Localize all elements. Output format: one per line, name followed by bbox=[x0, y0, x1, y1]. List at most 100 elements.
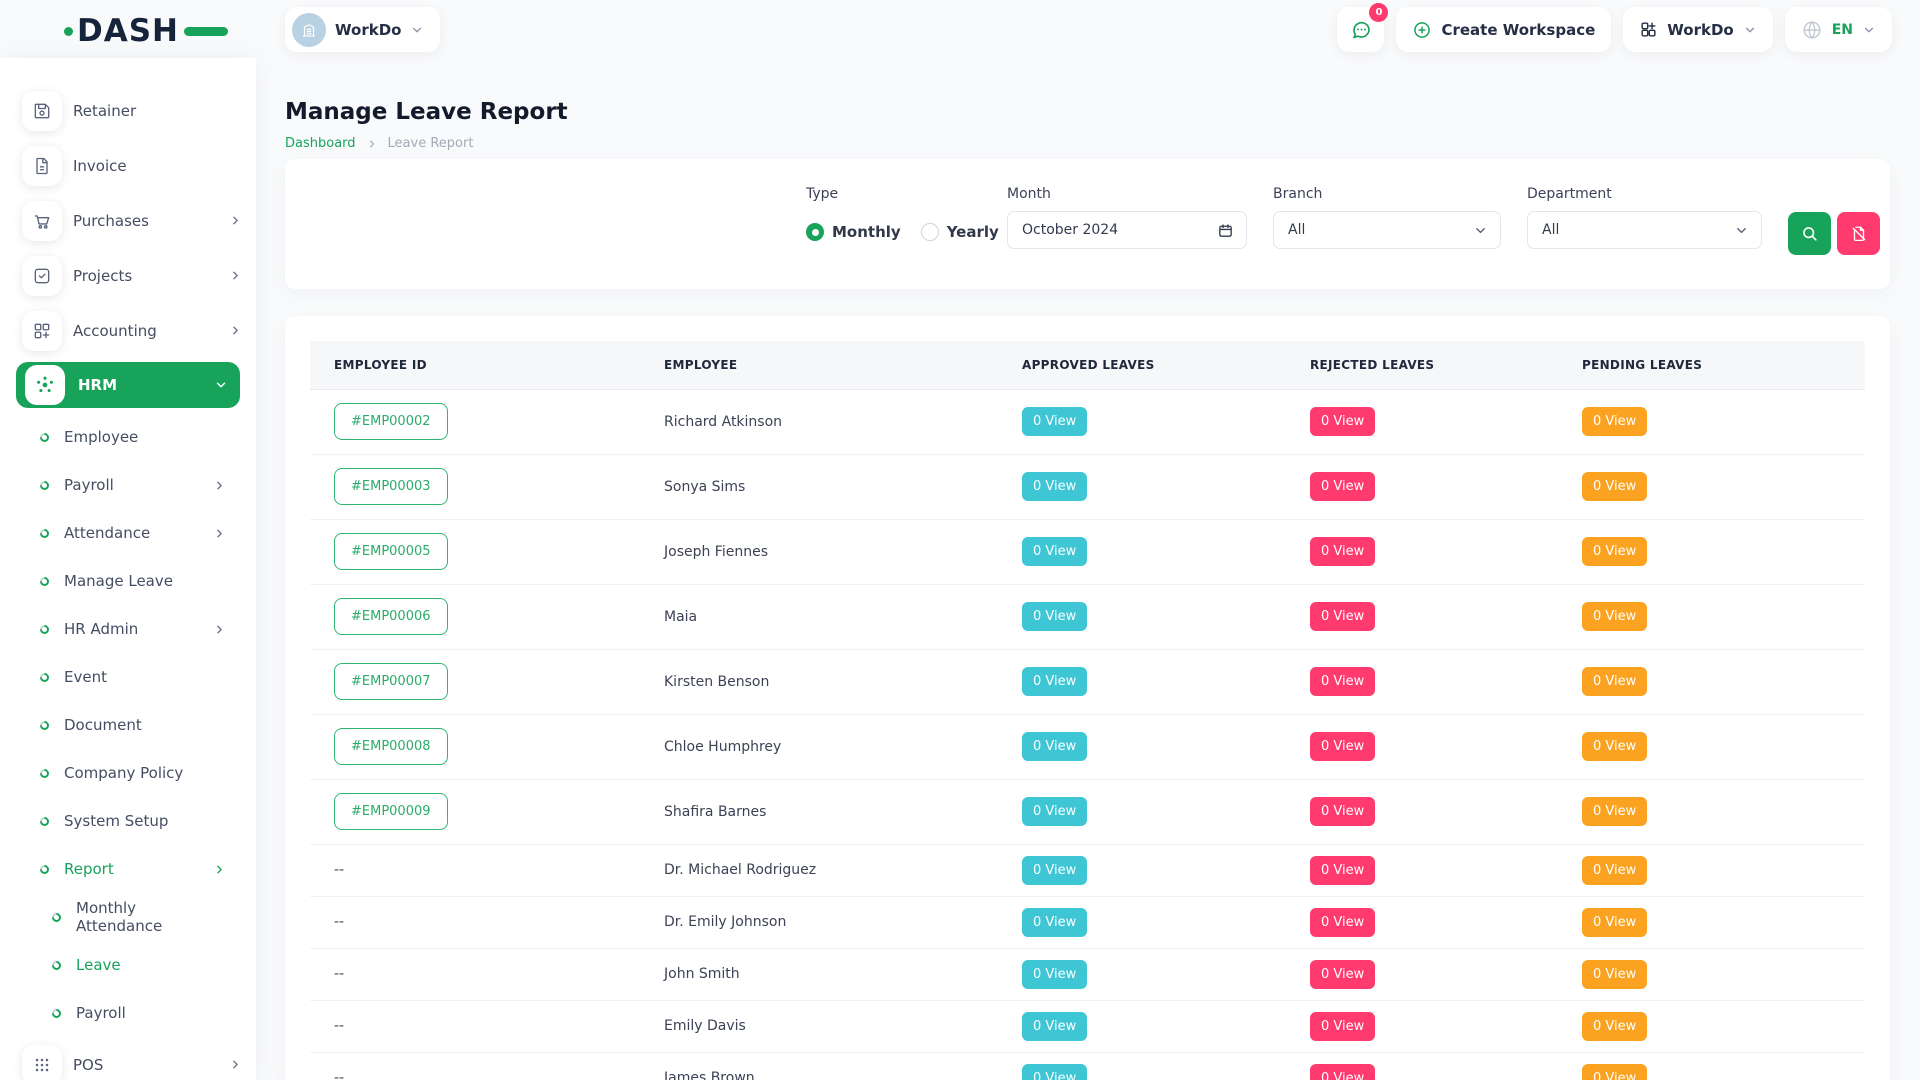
reset-button[interactable] bbox=[1837, 212, 1880, 255]
rejected-view-button[interactable]: 0 View bbox=[1310, 856, 1375, 885]
breadcrumb-dashboard-link[interactable]: Dashboard bbox=[285, 136, 356, 151]
table-row: #EMP00007Kirsten Benson0 View0 View0 Vie… bbox=[310, 649, 1865, 714]
approved-view-button[interactable]: 0 View bbox=[1022, 1012, 1087, 1041]
approved-view-button[interactable]: 0 View bbox=[1022, 1064, 1087, 1080]
messages-button[interactable]: 0 bbox=[1337, 7, 1384, 52]
col-approved-leaves: APPROVED LEAVES bbox=[998, 341, 1286, 389]
sidebar-item-label: Attendance bbox=[64, 524, 198, 542]
approved-view-button[interactable]: 0 View bbox=[1022, 732, 1087, 761]
rejected-view-button[interactable]: 0 View bbox=[1310, 667, 1375, 696]
approved-view-button[interactable]: 0 View bbox=[1022, 960, 1087, 989]
rejected-view-button[interactable]: 0 View bbox=[1310, 797, 1375, 826]
radio-yearly[interactable]: Yearly bbox=[921, 223, 999, 241]
pending-view-button[interactable]: 0 View bbox=[1582, 797, 1647, 826]
sidebar-item-label: Projects bbox=[73, 267, 218, 285]
rejected-view-button[interactable]: 0 View bbox=[1310, 960, 1375, 989]
rejected-view-button[interactable]: 0 View bbox=[1310, 908, 1375, 937]
sidebar-item-retainer[interactable]: Retainer bbox=[0, 83, 256, 138]
pending-view-button[interactable]: 0 View bbox=[1582, 472, 1647, 501]
pending-view-button[interactable]: 0 View bbox=[1582, 602, 1647, 631]
employee-id-button[interactable]: #EMP00003 bbox=[334, 468, 448, 505]
sidebar-item-employee[interactable]: Employee bbox=[0, 413, 256, 461]
cart-icon bbox=[22, 201, 62, 241]
employee-id-button[interactable]: #EMP00005 bbox=[334, 533, 448, 570]
employee-id-button[interactable]: #EMP00008 bbox=[334, 728, 448, 765]
grid-plus-icon bbox=[22, 311, 62, 351]
pending-view-button[interactable]: 0 View bbox=[1582, 1012, 1647, 1041]
pending-view-button[interactable]: 0 View bbox=[1582, 908, 1647, 937]
workspace-switcher[interactable]: WorkDo bbox=[285, 7, 440, 52]
sidebar-item-accounting[interactable]: Accounting bbox=[0, 303, 256, 358]
month-input[interactable]: October 2024 bbox=[1007, 211, 1247, 249]
sidebar-item-hrm[interactable]: HRM bbox=[16, 362, 240, 408]
sidebar-item-monthly-attendance[interactable]: Monthly Attendance bbox=[0, 893, 256, 941]
approved-view-button[interactable]: 0 View bbox=[1022, 407, 1087, 436]
pending-view-button[interactable]: 0 View bbox=[1582, 537, 1647, 566]
approved-view-button[interactable]: 0 View bbox=[1022, 908, 1087, 937]
department-label: Department bbox=[1527, 186, 1762, 202]
language-button[interactable]: EN bbox=[1785, 7, 1892, 52]
sidebar-item-leave[interactable]: Leave bbox=[0, 941, 256, 989]
approved-view-button[interactable]: 0 View bbox=[1022, 667, 1087, 696]
sidebar-item-label: Company Policy bbox=[64, 764, 226, 782]
approved-view-button[interactable]: 0 View bbox=[1022, 602, 1087, 631]
main-content: Manage Leave Report Dashboard Leave Repo… bbox=[256, 58, 1920, 1080]
search-button[interactable] bbox=[1788, 212, 1831, 255]
radio-monthly[interactable]: Monthly bbox=[806, 223, 901, 241]
rejected-view-button[interactable]: 0 View bbox=[1310, 472, 1375, 501]
approved-view-button[interactable]: 0 View bbox=[1022, 856, 1087, 885]
pending-view-button[interactable]: 0 View bbox=[1582, 732, 1647, 761]
sidebar-item-document[interactable]: Document bbox=[0, 701, 256, 749]
sidebar-item-invoice[interactable]: Invoice bbox=[0, 138, 256, 193]
sidebar-item-payroll[interactable]: Payroll bbox=[0, 461, 256, 509]
employee-id-button[interactable]: #EMP00007 bbox=[334, 663, 448, 700]
search-icon bbox=[1800, 224, 1819, 243]
sidebar-item-payroll[interactable]: Payroll bbox=[0, 989, 256, 1037]
employee-id-button[interactable]: #EMP00006 bbox=[334, 598, 448, 635]
rejected-view-button[interactable]: 0 View bbox=[1310, 537, 1375, 566]
sidebar-item-event[interactable]: Event bbox=[0, 653, 256, 701]
rejected-view-button[interactable]: 0 View bbox=[1310, 732, 1375, 761]
pending-view-button[interactable]: 0 View bbox=[1582, 960, 1647, 989]
filter-card: Type Monthly Yearly Month October 2024 B… bbox=[285, 159, 1890, 289]
pending-view-button[interactable]: 0 View bbox=[1582, 407, 1647, 436]
pending-view-button[interactable]: 0 View bbox=[1582, 1064, 1647, 1080]
sidebar-item-label: System Setup bbox=[64, 812, 226, 830]
approved-view-button[interactable]: 0 View bbox=[1022, 537, 1087, 566]
rejected-view-button[interactable]: 0 View bbox=[1310, 602, 1375, 631]
employee-id-button[interactable]: #EMP00002 bbox=[334, 403, 448, 440]
breadcrumb: Dashboard Leave Report bbox=[285, 135, 1890, 152]
approved-view-button[interactable]: 0 View bbox=[1022, 472, 1087, 501]
month-label: Month bbox=[1007, 186, 1247, 202]
rejected-view-button[interactable]: 0 View bbox=[1310, 1064, 1375, 1080]
department-value: All bbox=[1542, 222, 1559, 238]
create-workspace-button[interactable]: Create Workspace bbox=[1396, 7, 1611, 52]
sidebar-item-system-setup[interactable]: System Setup bbox=[0, 797, 256, 845]
sidebar-item-hr-admin[interactable]: HR Admin bbox=[0, 605, 256, 653]
sidebar-item-label: Monthly Attendance bbox=[76, 899, 226, 935]
dots-icon bbox=[22, 1045, 62, 1080]
sidebar-item-label: Employee bbox=[64, 428, 226, 446]
rejected-view-button[interactable]: 0 View bbox=[1310, 1012, 1375, 1041]
employee-id-button[interactable]: #EMP00009 bbox=[334, 793, 448, 830]
bullet-icon bbox=[38, 527, 51, 540]
branch-select[interactable]: All bbox=[1273, 211, 1501, 249]
sidebar-item-pos[interactable]: POS bbox=[0, 1037, 256, 1080]
approved-view-button[interactable]: 0 View bbox=[1022, 797, 1087, 826]
table-row: --Dr. Michael Rodriguez0 View0 View0 Vie… bbox=[310, 844, 1865, 896]
sidebar-item-report[interactable]: Report bbox=[0, 845, 256, 893]
workdo-menu-button[interactable]: WorkDo bbox=[1623, 7, 1772, 52]
pending-view-button[interactable]: 0 View bbox=[1582, 856, 1647, 885]
pending-view-button[interactable]: 0 View bbox=[1582, 667, 1647, 696]
table-row: #EMP00002Richard Atkinson0 View0 View0 V… bbox=[310, 389, 1865, 454]
sidebar-item-label: Document bbox=[64, 716, 226, 734]
sidebar-item-company-policy[interactable]: Company Policy bbox=[0, 749, 256, 797]
branch-value: All bbox=[1288, 222, 1305, 238]
sidebar-item-purchases[interactable]: Purchases bbox=[0, 193, 256, 248]
rejected-view-button[interactable]: 0 View bbox=[1310, 407, 1375, 436]
department-select[interactable]: All bbox=[1527, 211, 1762, 249]
employee-name: Dr. Michael Rodriguez bbox=[664, 862, 816, 878]
sidebar-item-projects[interactable]: Projects bbox=[0, 248, 256, 303]
sidebar-item-attendance[interactable]: Attendance bbox=[0, 509, 256, 557]
sidebar-item-manage-leave[interactable]: Manage Leave bbox=[0, 557, 256, 605]
